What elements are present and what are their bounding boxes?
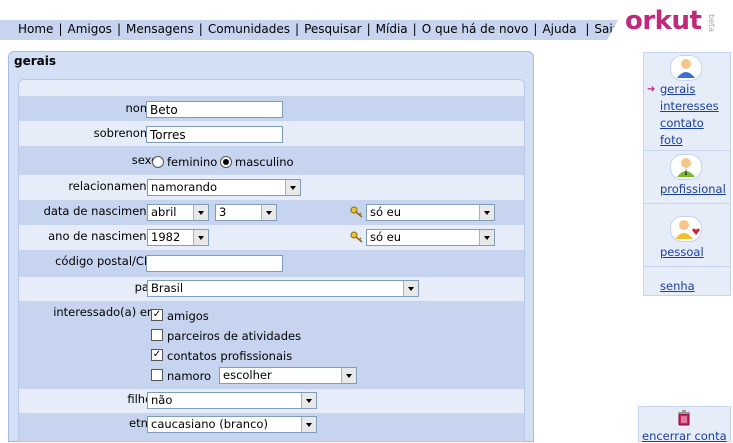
row-etnia: etnia: caucasiano (branco) xyxy=(19,413,524,441)
checkbox-contatos-profissionais[interactable]: ✓ xyxy=(151,349,163,361)
label-parceiros: parceiros de atividades xyxy=(167,329,302,343)
sidebar-divider xyxy=(644,150,730,151)
dropdown-arrow-icon xyxy=(403,281,418,296)
mes-value: abril xyxy=(151,205,177,219)
sidebar-link-gerais[interactable]: gerais xyxy=(660,82,695,96)
radio-feminino[interactable] xyxy=(152,156,164,168)
sidebar-divider xyxy=(644,266,730,267)
dropdown-arrow-icon xyxy=(479,230,494,245)
dropdown-arrow-icon xyxy=(193,205,208,220)
nav-amigos[interactable]: Amigos xyxy=(67,22,111,36)
row-sobrenome: sobrenome: xyxy=(19,121,524,146)
user-heart-icon xyxy=(670,216,702,242)
privacidade-ano-select[interactable]: só eu xyxy=(366,229,495,246)
user-professional-icon xyxy=(670,154,702,180)
row-pais: país: Brasil xyxy=(19,277,524,301)
profile-form: nome: sobrenome: sexo: feminino masculin… xyxy=(18,79,525,442)
row-nome: nome: xyxy=(19,96,524,121)
row-interessado: interessado(a) em: ✓ amigos parceiros de… xyxy=(19,301,524,389)
nome-input[interactable] xyxy=(146,101,283,118)
pais-value: Brasil xyxy=(151,281,184,295)
label-contatos-profissionais: contatos profissionais xyxy=(167,349,293,363)
pais-select[interactable]: Brasil xyxy=(147,280,419,297)
sidebar-link-profissional[interactable]: profissional xyxy=(660,182,726,196)
dia-select[interactable]: 3 xyxy=(215,204,277,221)
current-section-arrow-icon: ➜ xyxy=(647,84,656,95)
label-feminino: feminino xyxy=(167,155,218,169)
sidebar-divider xyxy=(644,203,730,204)
sidebar-link-foto[interactable]: foto xyxy=(660,133,683,147)
sidebar-link-senha[interactable]: senha xyxy=(660,279,695,293)
delete-account-box: encerrar conta xyxy=(638,406,731,443)
etnia-select[interactable]: caucasiano (branco) xyxy=(147,416,317,433)
row-relacionamento: relacionamento: namorando xyxy=(19,175,524,200)
mes-select[interactable]: abril xyxy=(147,204,209,221)
user-blue-icon xyxy=(670,55,702,81)
key-icon xyxy=(350,231,363,243)
top-navigation: Home | Amigos | Mensagens | Comunidades | Pesqui… xyxy=(0,0,733,40)
label-data-nascimento: data de nascimento: xyxy=(43,204,162,218)
dropdown-arrow-icon xyxy=(301,417,316,432)
dropdown-arrow-icon xyxy=(341,368,356,383)
nav-ajuda[interactable]: Ajuda xyxy=(542,22,576,36)
label-ano-nascimento: ano de nascimento: xyxy=(48,229,162,243)
row-sexo: sexo: feminino masculino xyxy=(19,146,524,175)
orkut-logo[interactable]: orkut xyxy=(625,6,702,36)
relacionamento-value: namorando xyxy=(151,180,217,194)
privacidade-ano-value: só eu xyxy=(370,230,402,244)
privacidade-data-value: só eu xyxy=(370,205,402,219)
row-cep: código postal/CEP: xyxy=(19,250,524,277)
dropdown-arrow-icon xyxy=(261,205,276,220)
row-data-nascimento: data de nascimento: abril 3 só eu xyxy=(19,200,524,225)
label-masculino: masculino xyxy=(235,155,294,169)
dia-value: 3 xyxy=(219,205,227,219)
privacidade-data-select[interactable]: só eu xyxy=(366,204,495,221)
ano-value: 1982 xyxy=(151,230,181,244)
sidebar-link-interesses[interactable]: interesses xyxy=(660,99,719,113)
filhos-value: não xyxy=(151,393,173,407)
nav-mensagens[interactable]: Mensagens xyxy=(126,22,194,36)
trash-icon xyxy=(678,410,690,426)
cep-input[interactable] xyxy=(146,255,283,272)
dropdown-arrow-icon xyxy=(193,230,208,245)
checkbox-amigos[interactable]: ✓ xyxy=(151,309,163,321)
dropdown-arrow-icon xyxy=(479,205,494,220)
dropdown-arrow-icon xyxy=(285,180,300,195)
nav-comunidades[interactable]: Comunidades xyxy=(208,22,290,36)
sobrenome-input[interactable] xyxy=(146,126,283,143)
namoro-select[interactable]: escolher xyxy=(219,367,357,384)
nav-midia[interactable]: Mídia xyxy=(376,22,408,36)
radio-masculino[interactable] xyxy=(220,156,232,168)
sidebar-link-contato[interactable]: contato xyxy=(660,116,704,130)
nav-links: Home | Amigos | Mensagens | Comunidades | Pesqui… xyxy=(18,22,618,36)
nav-novidades[interactable]: O que há de novo xyxy=(422,22,529,36)
row-filhos: filhos: não xyxy=(19,389,524,413)
checkbox-parceiros[interactable] xyxy=(151,329,163,341)
nav-home[interactable]: Home xyxy=(18,22,53,36)
filhos-select[interactable]: não xyxy=(147,392,317,409)
sidebar-link-pessoal[interactable]: pessoal xyxy=(660,245,704,259)
label-namoro: namoro xyxy=(167,369,212,383)
key-icon xyxy=(350,206,363,218)
namoro-value: escolher xyxy=(223,368,272,382)
profile-sections-sidebar: ➜ gerais interesses contato foto profiss… xyxy=(643,52,731,296)
beta-label: beta xyxy=(707,14,716,33)
row-ano-nascimento: ano de nascimento: 1982 só eu xyxy=(19,225,524,250)
relacionamento-select[interactable]: namorando xyxy=(147,179,301,196)
nav-pesquisar[interactable]: Pesquisar xyxy=(304,22,362,36)
delete-account-link[interactable]: encerrar conta xyxy=(642,429,727,443)
checkbox-namoro[interactable] xyxy=(151,369,163,381)
dropdown-arrow-icon xyxy=(301,393,316,408)
label-amigos: amigos xyxy=(167,309,209,323)
panel-title: gerais xyxy=(14,54,56,68)
etnia-value: caucasiano (branco) xyxy=(151,417,268,431)
label-interessado: interessado(a) em: xyxy=(53,305,162,319)
ano-select[interactable]: 1982 xyxy=(147,229,209,246)
